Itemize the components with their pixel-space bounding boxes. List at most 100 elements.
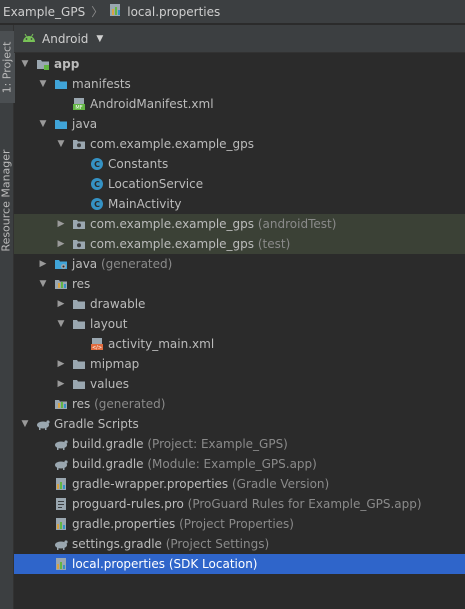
tab-project[interactable]: 1: Project	[0, 31, 15, 103]
tree-item[interactable]: C MainActivity	[14, 194, 465, 214]
svg-text:MF: MF	[75, 105, 82, 111]
module-folder-icon	[36, 57, 50, 71]
tree-item[interactable]: ▼ com.example.example_gps	[14, 134, 465, 154]
chevron-right-icon[interactable]: ▶	[56, 234, 66, 254]
tree-item[interactable]: ▼ java	[14, 114, 465, 134]
tree-item[interactable]: ▶ mipmap	[14, 354, 465, 374]
breadcrumb-file[interactable]: local.properties	[127, 5, 220, 19]
tree-item-hint: (SDK Location)	[165, 557, 258, 571]
tree-item-name: java	[72, 257, 98, 271]
tree-item-hint: (ProGuard Rules for Example_GPS.app)	[183, 497, 422, 511]
tree-item-name: manifests	[72, 77, 131, 91]
tree-item-hint: (test)	[254, 237, 291, 251]
properties-icon	[54, 557, 68, 571]
chevron-down-icon[interactable]: ▼	[38, 274, 48, 294]
tree-item[interactable]: res (generated)	[14, 394, 465, 414]
svg-text:C: C	[94, 160, 100, 169]
tree-item-label: drawable	[90, 294, 145, 314]
folder-blue-icon	[54, 77, 68, 91]
chevron-down-icon[interactable]: ▼	[20, 54, 30, 74]
tree-item[interactable]: ▶ com.example.example_gps (androidTest)	[14, 214, 465, 234]
tree-item-label: gradle.properties (Project Properties)	[72, 514, 294, 534]
chevron-right-icon[interactable]: ▶	[38, 254, 48, 274]
tree-item[interactable]: ▼ manifests	[14, 74, 465, 94]
tree-item-label: com.example.example_gps (androidTest)	[90, 214, 336, 234]
tree-item-hint: (Project Properties)	[175, 517, 294, 531]
tree-item-name: Gradle Scripts	[54, 417, 139, 431]
tree-item[interactable]: ▶ java (generated)	[14, 254, 465, 274]
tree-item[interactable]: ▶ values	[14, 374, 465, 394]
tree-item[interactable]: build.gradle (Module: Example_GPS.app)	[14, 454, 465, 474]
properties-icon	[54, 517, 68, 531]
tree-item-name: build.gradle	[72, 457, 144, 471]
chevron-right-icon[interactable]: ▶	[56, 354, 66, 374]
tab-resource-manager-label: Resource Manager	[0, 149, 14, 252]
tree-item[interactable]: build.gradle (Project: Example_GPS)	[14, 434, 465, 454]
project-view-header: Android ▼	[14, 25, 465, 53]
tree-item-name: LocationService	[108, 177, 204, 191]
tree-item-label: LocationService	[108, 174, 203, 194]
tree-item-label: build.gradle (Module: Example_GPS.app)	[72, 454, 317, 474]
tree-item-label: layout	[90, 314, 127, 334]
tree-item-label: Constants	[108, 154, 168, 174]
tree-item-hint: (generated)	[97, 257, 173, 271]
tree-item-label: manifests	[72, 74, 131, 94]
tree-item-label: java (generated)	[72, 254, 172, 274]
tree-item[interactable]: </> activity_main.xml	[14, 334, 465, 354]
class-icon: C	[90, 177, 104, 191]
chevron-down-icon[interactable]: ▼	[56, 314, 66, 334]
tree-item[interactable]: proguard-rules.pro (ProGuard Rules for E…	[14, 494, 465, 514]
chevron-down-icon[interactable]: ▼	[20, 414, 30, 434]
tree-item[interactable]: gradle-wrapper.properties (Gradle Versio…	[14, 474, 465, 494]
android-icon	[22, 32, 36, 46]
text-file-icon	[54, 497, 68, 511]
tree-item-name: Constants	[108, 157, 169, 171]
tree-item-hint: (Gradle Version)	[228, 477, 330, 491]
tree-item-hint: (Project: Example_GPS)	[143, 437, 288, 451]
tree-item[interactable]: settings.gradle (Project Settings)	[14, 534, 465, 554]
chevron-right-icon[interactable]: ▶	[56, 294, 66, 314]
tree-item[interactable]: ▶ drawable	[14, 294, 465, 314]
tool-window-sidebar: 1: Project Resource Manager	[0, 25, 15, 609]
tree-item-label: mipmap	[90, 354, 139, 374]
tree-item-name: com.example.example_gps	[90, 137, 255, 151]
breadcrumb: Example_GPS 〉 local.properties	[0, 0, 465, 24]
tree-item[interactable]: C LocationService	[14, 174, 465, 194]
chevron-down-icon[interactable]: ▼	[56, 134, 66, 154]
tab-resource-manager[interactable]: Resource Manager	[0, 143, 15, 258]
svg-text:</>: </>	[92, 345, 102, 351]
gradle-icon	[54, 437, 68, 451]
chevron-down-icon[interactable]: ▼	[38, 114, 48, 134]
tree-item-label: com.example.example_gps (test)	[90, 234, 290, 254]
folder-icon	[72, 297, 86, 311]
folder-icon	[72, 317, 86, 331]
tree-item-name: com.example.example_gps	[90, 217, 255, 231]
tree-item-label: values	[90, 374, 129, 394]
chevron-right-icon[interactable]: ▶	[56, 214, 66, 234]
tree-item-label: activity_main.xml	[108, 334, 214, 354]
tree-item[interactable]: ▼ app	[14, 54, 465, 74]
dropdown-caret-icon[interactable]: ▼	[96, 34, 103, 44]
tree-item[interactable]: ▶ com.example.example_gps (test)	[14, 234, 465, 254]
tree-item-label: AndroidManifest.xml	[90, 94, 214, 114]
view-selector[interactable]: Android	[42, 32, 88, 46]
tree-item-name: app	[54, 57, 80, 71]
tree-item[interactable]: gradle.properties (Project Properties)	[14, 514, 465, 534]
properties-file-icon	[109, 3, 123, 20]
package-icon	[72, 137, 86, 151]
tree-item[interactable]: ▼ layout	[14, 314, 465, 334]
tree-item-name: res	[72, 277, 91, 291]
tree-item[interactable]: ▼ res	[14, 274, 465, 294]
chevron-right-icon[interactable]: ▶	[56, 374, 66, 394]
tree-item[interactable]: ▼ Gradle Scripts	[14, 414, 465, 434]
tree-item[interactable]: local.properties (SDK Location)	[14, 554, 465, 574]
res-folder-icon	[54, 277, 68, 291]
tree-item[interactable]: MF AndroidManifest.xml	[14, 94, 465, 114]
breadcrumb-project[interactable]: Example_GPS	[0, 5, 85, 19]
tree-item[interactable]: C Constants	[14, 154, 465, 174]
tree-item-name: build.gradle	[72, 437, 144, 451]
tree-item-name: values	[90, 377, 130, 391]
chevron-down-icon[interactable]: ▼	[38, 74, 48, 94]
folder-icon	[72, 357, 86, 371]
chevron-right-icon: 〉	[91, 5, 104, 19]
